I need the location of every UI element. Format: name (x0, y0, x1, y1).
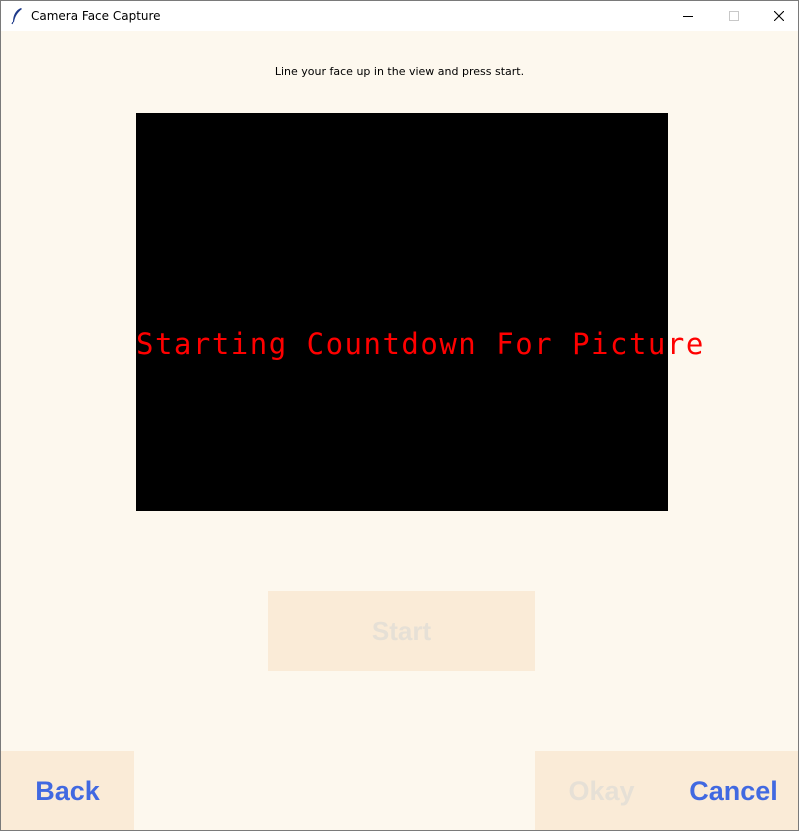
start-button[interactable]: Start (268, 591, 535, 671)
instruction-text: Line your face up in the view and press … (274, 65, 525, 78)
close-button[interactable] (756, 1, 798, 31)
minimize-icon (683, 16, 693, 17)
close-icon (774, 11, 784, 21)
title-bar[interactable]: Camera Face Capture (1, 1, 798, 31)
app-window: Camera Face Capture Line your face up in… (0, 0, 799, 831)
maximize-icon (729, 11, 739, 21)
cancel-button[interactable]: Cancel (668, 751, 798, 830)
countdown-overlay-text: Starting Countdown For Picture (136, 327, 705, 361)
okay-button[interactable]: Okay (535, 751, 668, 830)
window-title: Camera Face Capture (31, 9, 161, 23)
minimize-button[interactable] (665, 1, 711, 31)
back-button[interactable]: Back (1, 751, 134, 830)
camera-preview: Starting Countdown For Picture (136, 113, 705, 511)
feather-icon (10, 7, 24, 25)
maximize-button[interactable] (711, 1, 757, 31)
